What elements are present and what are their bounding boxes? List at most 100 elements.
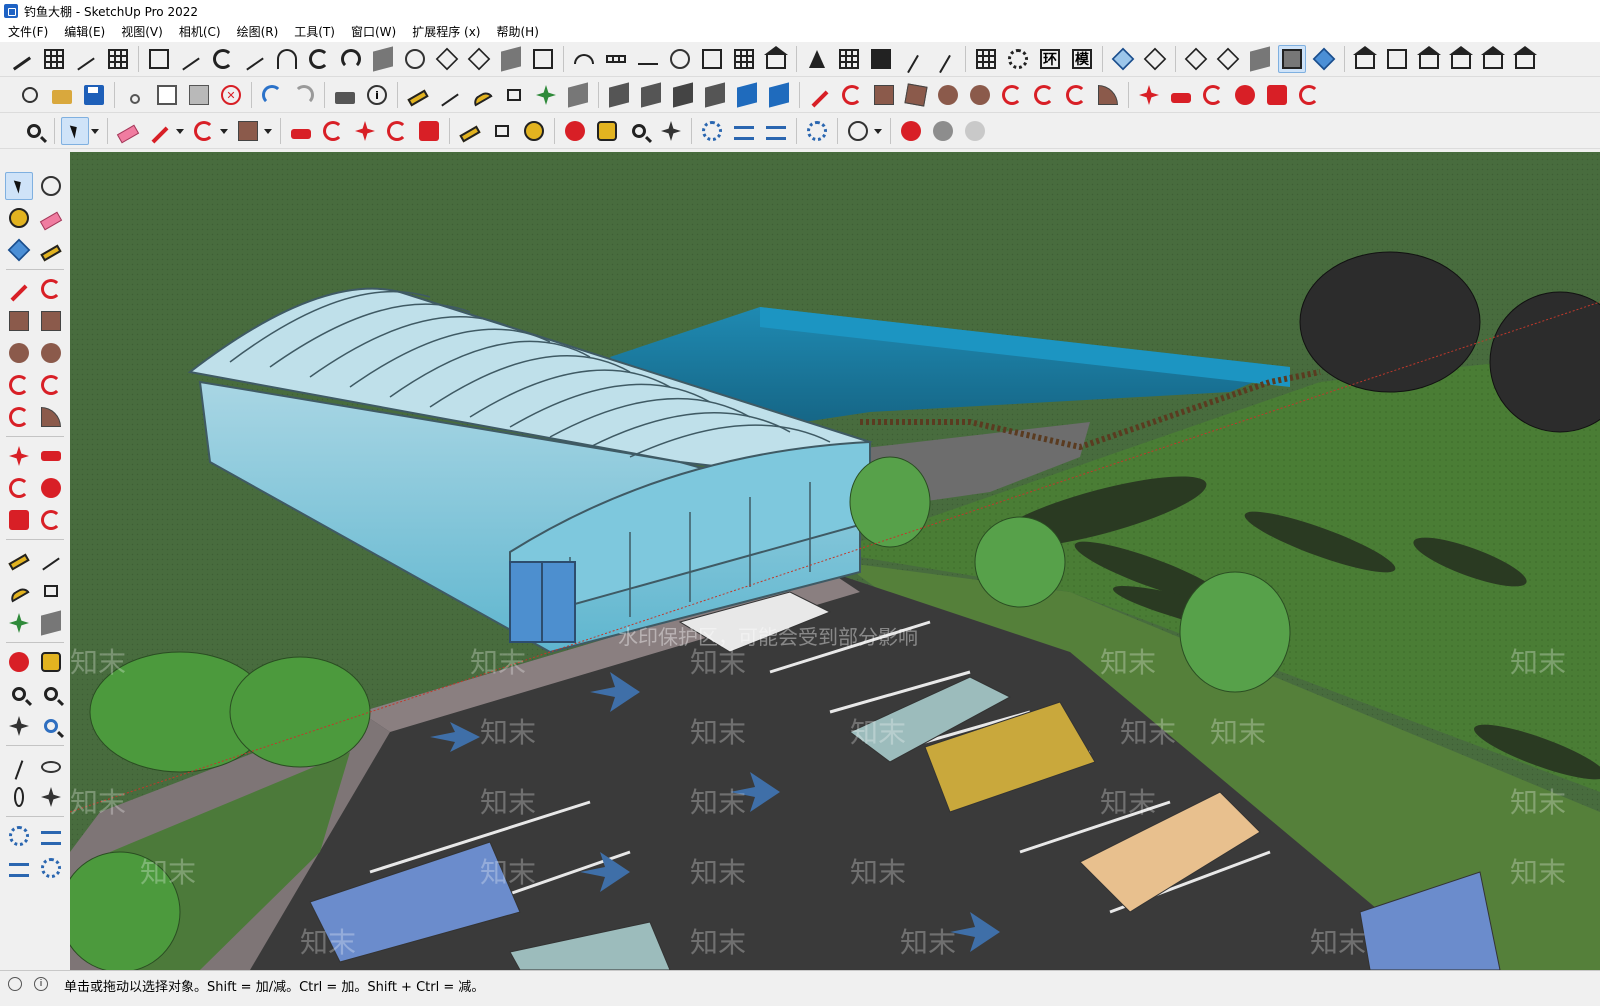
axes-icon[interactable] [532,81,560,109]
zoom-icon[interactable] [20,117,48,145]
orbit-icon[interactable] [37,172,65,200]
text-icon[interactable] [488,117,516,145]
stair-tool-icon[interactable] [145,45,173,73]
arch-icon[interactable] [273,45,301,73]
component-icon[interactable] [698,117,726,145]
model-panel-button[interactable]: 模 [1068,45,1096,73]
select-icon[interactable] [5,172,33,200]
menu-extensions[interactable]: 扩展程序 (x) [404,22,488,42]
paint-bucket-icon[interactable] [520,117,548,145]
model-viewport[interactable]: 知末 知末 知末 知末 知末 知末 知末 知末 知末 知末 知末 知末 知末 知… [70,152,1600,970]
bars-icon[interactable] [104,45,132,73]
dots-icon[interactable] [602,45,630,73]
pie-icon[interactable] [1094,81,1122,109]
sandbox-icon[interactable] [37,822,65,850]
settings-icon[interactable] [37,854,65,882]
union-icon[interactable] [669,81,697,109]
3pt-arc-icon[interactable] [5,403,33,431]
freehand-icon[interactable] [37,275,65,303]
copy-icon[interactable] [153,81,181,109]
menu-edit[interactable]: 编辑(E) [56,22,113,42]
redo-icon[interactable] [290,81,318,109]
geo-location-icon[interactable] [8,977,22,991]
top-view-icon[interactable] [1383,45,1411,73]
stairs-icon[interactable] [8,45,36,73]
menu-file[interactable]: 文件(F) [0,22,56,42]
gear-panel-icon[interactable] [1004,45,1032,73]
paint-bucket-icon[interactable] [5,204,33,232]
look-around-icon[interactable] [37,751,65,779]
textured-icon[interactable] [1246,45,1274,73]
settings-icon[interactable] [803,117,831,145]
zoom-window-icon[interactable] [625,117,653,145]
rotate-icon[interactable] [383,117,411,145]
axes-icon[interactable] [5,609,33,637]
pin-tool-icon[interactable] [899,45,927,73]
3pt-arc-icon[interactable] [1062,81,1090,109]
coil-icon[interactable] [666,45,694,73]
shadow-box-icon[interactable] [529,45,557,73]
offset-icon[interactable] [319,117,347,145]
hidden-line-icon[interactable] [1182,45,1210,73]
section-icon[interactable] [37,783,65,811]
shape-dropdown-chevron-icon[interactable] [264,128,272,134]
cube-net-icon[interactable] [433,45,461,73]
brush-icon[interactable] [931,45,959,73]
arc-icon[interactable] [998,81,1026,109]
polygon-icon[interactable] [37,339,65,367]
back-view-icon[interactable] [1479,45,1507,73]
knot-icon[interactable] [401,45,429,73]
save-icon[interactable] [80,81,108,109]
follow-me-icon[interactable] [37,474,65,502]
open-icon[interactable] [48,81,76,109]
follow-me-icon[interactable] [1231,81,1259,109]
symmetry-icon[interactable] [803,45,831,73]
right-view-icon[interactable] [1447,45,1475,73]
2pt-arc-icon[interactable] [1030,81,1058,109]
shape-icon[interactable] [234,117,262,145]
pencil-icon[interactable] [146,117,174,145]
rotated-rect-icon[interactable] [37,307,65,335]
pan-icon[interactable] [37,648,65,676]
box-icon[interactable] [497,45,525,73]
slab-icon[interactable] [369,45,397,73]
layers-icon[interactable] [5,854,33,882]
sandbox-icon[interactable] [730,117,758,145]
zoom-icon[interactable] [5,680,33,708]
split-icon[interactable] [765,81,793,109]
text-icon[interactable] [37,577,65,605]
pen-book-icon[interactable] [698,45,726,73]
zoom-window-icon[interactable] [37,680,65,708]
orbit-icon[interactable] [561,117,589,145]
scale-icon[interactable] [415,117,443,145]
text-icon[interactable] [500,81,528,109]
move-icon[interactable] [1135,81,1163,109]
menu-draw[interactable]: 绘图(R) [229,22,287,42]
arc-icon[interactable] [5,371,33,399]
subtract-icon[interactable] [701,81,729,109]
model-info-icon[interactable]: i [363,81,391,109]
offset-icon[interactable] [1295,81,1323,109]
zoom-extents-icon[interactable] [657,117,685,145]
outer-shell-icon[interactable] [605,81,633,109]
rectangle-icon[interactable] [5,307,33,335]
curve-tool-icon[interactable] [209,45,237,73]
line-icon[interactable] [5,275,33,303]
beam-icon[interactable] [177,45,205,73]
menu-help[interactable]: 帮助(H) [488,22,546,42]
tape-measure-icon[interactable] [404,81,432,109]
pie-icon[interactable] [37,403,65,431]
circle-icon[interactable] [934,81,962,109]
layers-icon[interactable] [762,117,790,145]
component-2-icon[interactable] [5,822,33,850]
menu-window[interactable]: 窗口(W) [343,22,404,42]
environment-panel-button[interactable]: 环 [1036,45,1064,73]
freehand-icon[interactable] [838,81,866,109]
offset-icon[interactable] [37,506,65,534]
trimble-icon[interactable] [897,117,925,145]
push-pull-icon[interactable] [37,442,65,470]
pan-icon[interactable] [593,117,621,145]
rectangle-icon[interactable] [870,81,898,109]
2pt-arc-icon[interactable] [37,371,65,399]
menu-tools[interactable]: 工具(T) [286,22,343,42]
